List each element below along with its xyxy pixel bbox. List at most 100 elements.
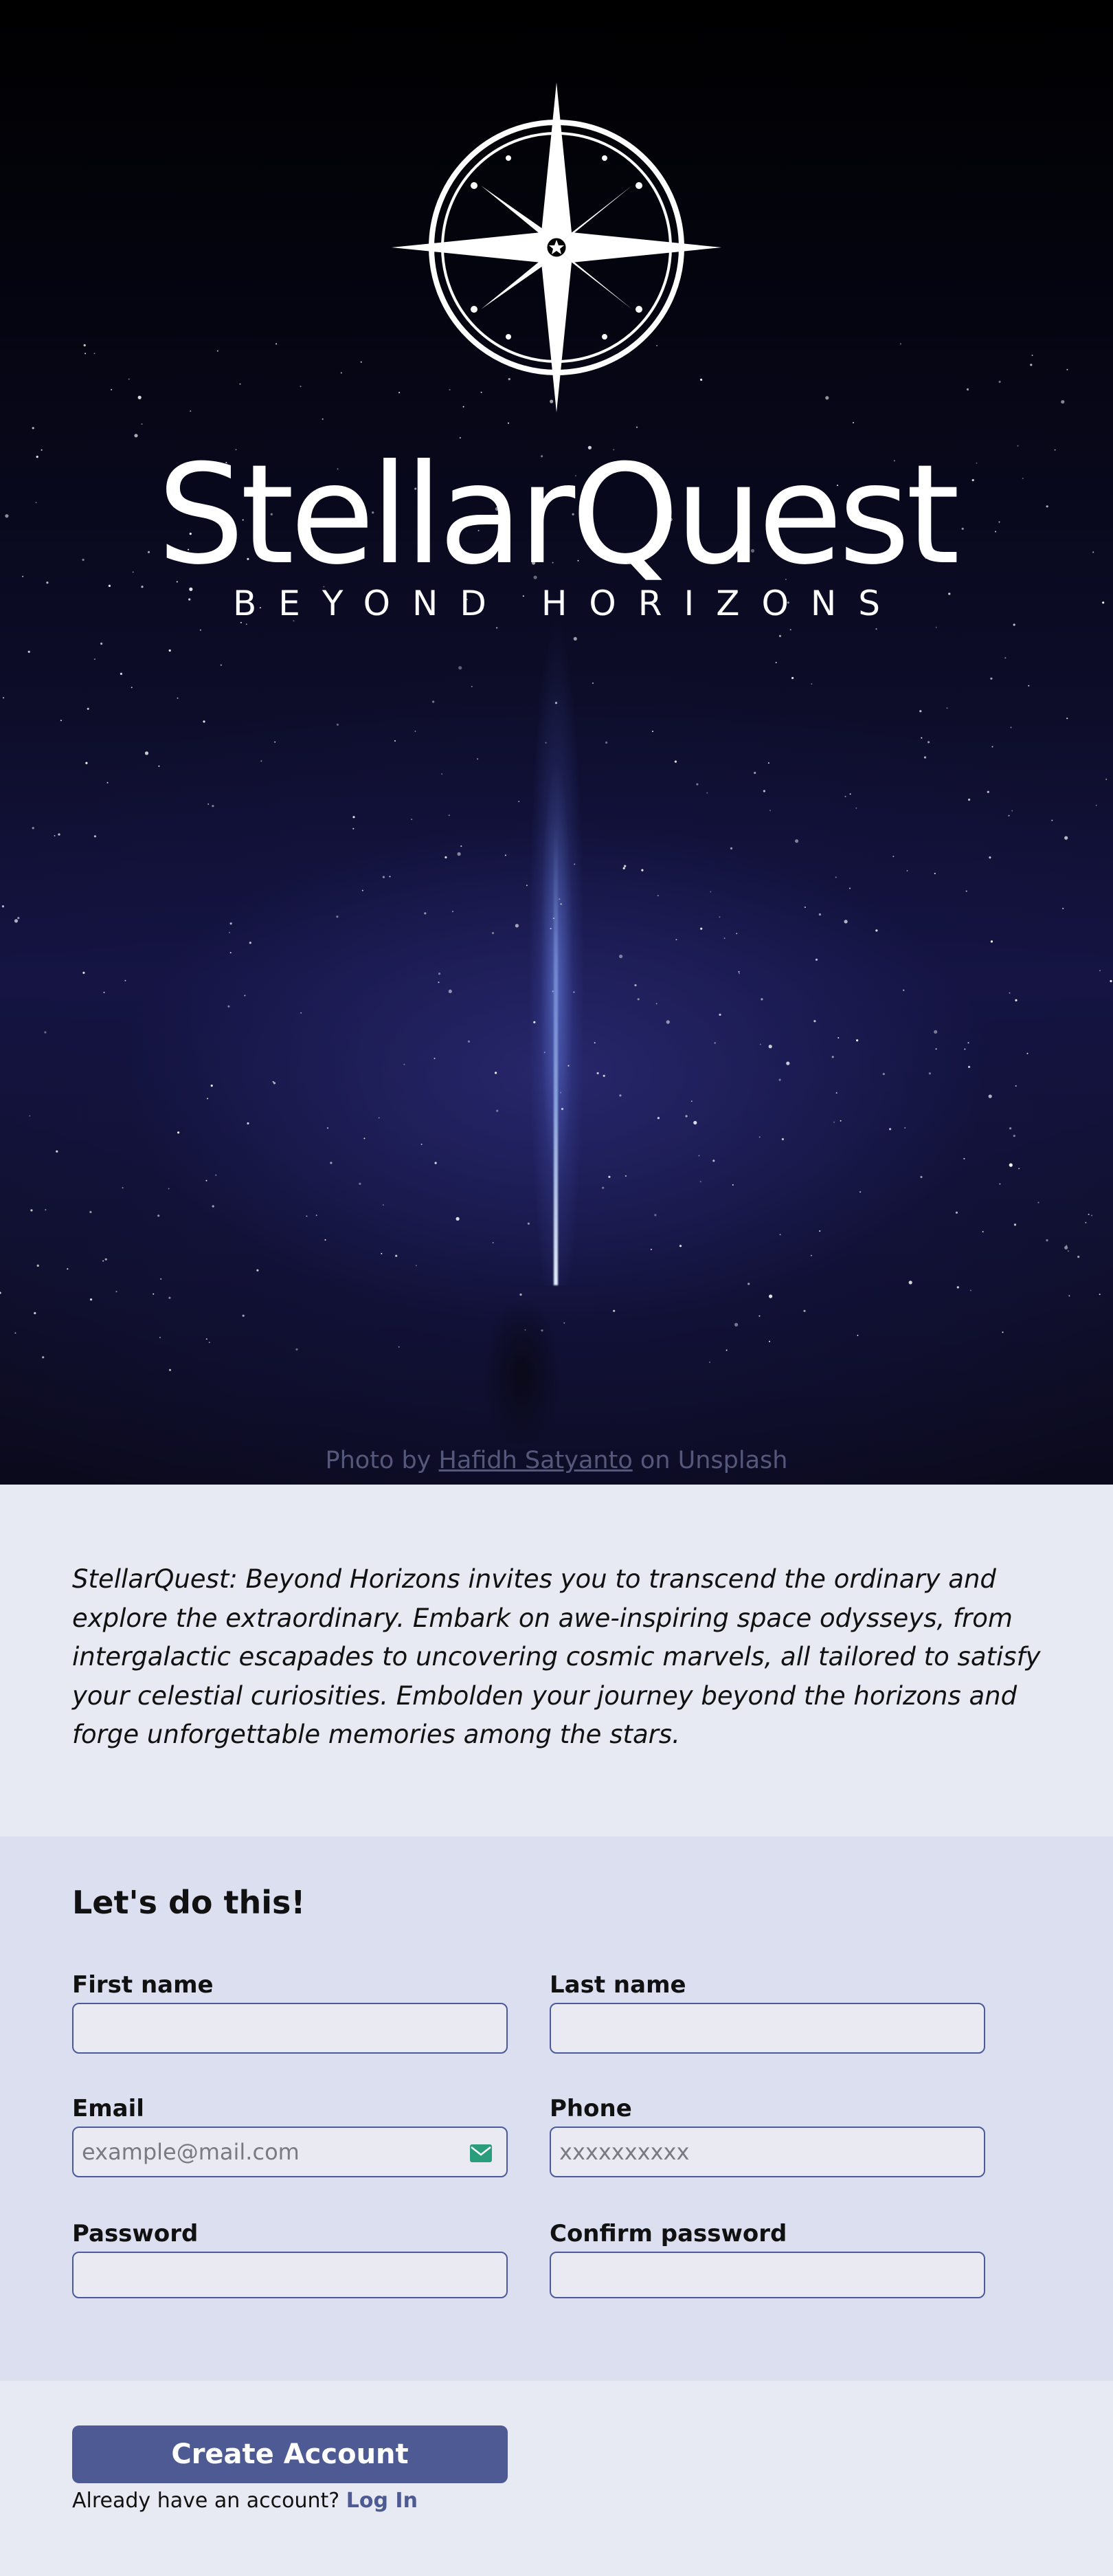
create-account-button[interactable]: Create Account <box>72 2425 508 2483</box>
star <box>1095 804 1097 806</box>
star <box>1030 364 1033 366</box>
star <box>60 720 62 722</box>
star <box>168 649 171 652</box>
star <box>159 1337 161 1338</box>
star <box>964 1048 966 1050</box>
star <box>928 1072 931 1075</box>
star <box>492 1242 494 1244</box>
star <box>45 1209 47 1211</box>
star <box>1067 1250 1069 1252</box>
star <box>856 1039 859 1042</box>
first-name-input[interactable] <box>74 2004 506 2052</box>
star <box>758 1136 761 1138</box>
star <box>928 741 930 744</box>
star <box>42 1356 45 1359</box>
star <box>1068 1295 1070 1297</box>
star <box>1031 355 1033 356</box>
star <box>837 1037 840 1039</box>
star <box>739 973 740 975</box>
star <box>306 1215 308 1217</box>
star <box>14 1332 16 1334</box>
password-box <box>72 2252 508 2298</box>
star <box>322 418 324 420</box>
star <box>778 1078 781 1081</box>
star <box>719 916 721 918</box>
last-name-input[interactable] <box>551 2004 984 2052</box>
star <box>608 1175 611 1178</box>
star <box>730 847 733 850</box>
last-name-label: Last name <box>550 1971 686 1999</box>
star <box>696 783 699 786</box>
star <box>875 628 877 630</box>
login-prompt-line: Already have an account? Log In <box>72 2485 418 2517</box>
star <box>208 1342 210 1344</box>
star <box>819 1230 821 1232</box>
star <box>415 1265 417 1267</box>
star <box>83 344 86 346</box>
star <box>693 1120 697 1125</box>
star <box>177 697 179 699</box>
star <box>460 845 462 847</box>
star <box>382 1204 384 1206</box>
star <box>508 422 509 424</box>
star <box>394 740 396 742</box>
star <box>714 1042 716 1044</box>
star <box>768 1045 772 1049</box>
star <box>1037 1201 1039 1203</box>
star <box>249 942 251 944</box>
phone-input[interactable] <box>551 2128 984 2176</box>
star <box>382 876 385 878</box>
star <box>1004 657 1007 659</box>
star <box>567 1065 570 1067</box>
star <box>550 928 552 930</box>
star <box>857 1335 859 1336</box>
confirm-password-input[interactable] <box>551 2253 984 2297</box>
intro-text: StellarQuest: Beyond Horizons invites yo… <box>72 1564 1041 1749</box>
phone-field-group: Phone <box>550 2094 985 2177</box>
star <box>541 1329 543 1332</box>
star <box>613 1309 616 1312</box>
star <box>207 803 210 805</box>
star <box>54 835 56 836</box>
star <box>990 940 993 943</box>
star <box>1009 1127 1012 1130</box>
star <box>650 1248 652 1250</box>
photo-credit-author-link[interactable]: Hafidh Satyanto <box>439 1447 633 1474</box>
star <box>336 723 339 726</box>
star <box>779 1234 781 1236</box>
star <box>1110 979 1112 983</box>
star <box>657 1117 660 1120</box>
star <box>619 954 623 959</box>
star <box>205 1179 207 1181</box>
star <box>767 762 769 764</box>
star <box>853 422 854 423</box>
star <box>946 707 948 709</box>
star <box>395 1254 398 1257</box>
star <box>934 872 936 874</box>
star <box>622 867 625 869</box>
star <box>1015 1085 1017 1087</box>
star <box>908 1280 912 1285</box>
star <box>315 1214 317 1217</box>
star <box>157 1214 160 1217</box>
star <box>849 887 851 889</box>
password-input[interactable] <box>74 2253 506 2297</box>
star <box>448 814 450 817</box>
star <box>831 1056 834 1058</box>
password-label: Password <box>72 2220 199 2247</box>
login-link[interactable]: Log In <box>346 2489 418 2513</box>
star <box>791 676 794 680</box>
star <box>477 758 479 760</box>
star <box>527 1222 530 1225</box>
star <box>969 1289 971 1291</box>
star <box>923 756 927 759</box>
star <box>1099 970 1101 972</box>
star <box>844 920 848 924</box>
star <box>723 937 726 940</box>
star <box>229 922 232 925</box>
star <box>336 915 339 918</box>
star <box>875 929 878 932</box>
email-input[interactable] <box>74 2128 506 2176</box>
star <box>1026 1052 1028 1054</box>
star <box>352 828 355 830</box>
